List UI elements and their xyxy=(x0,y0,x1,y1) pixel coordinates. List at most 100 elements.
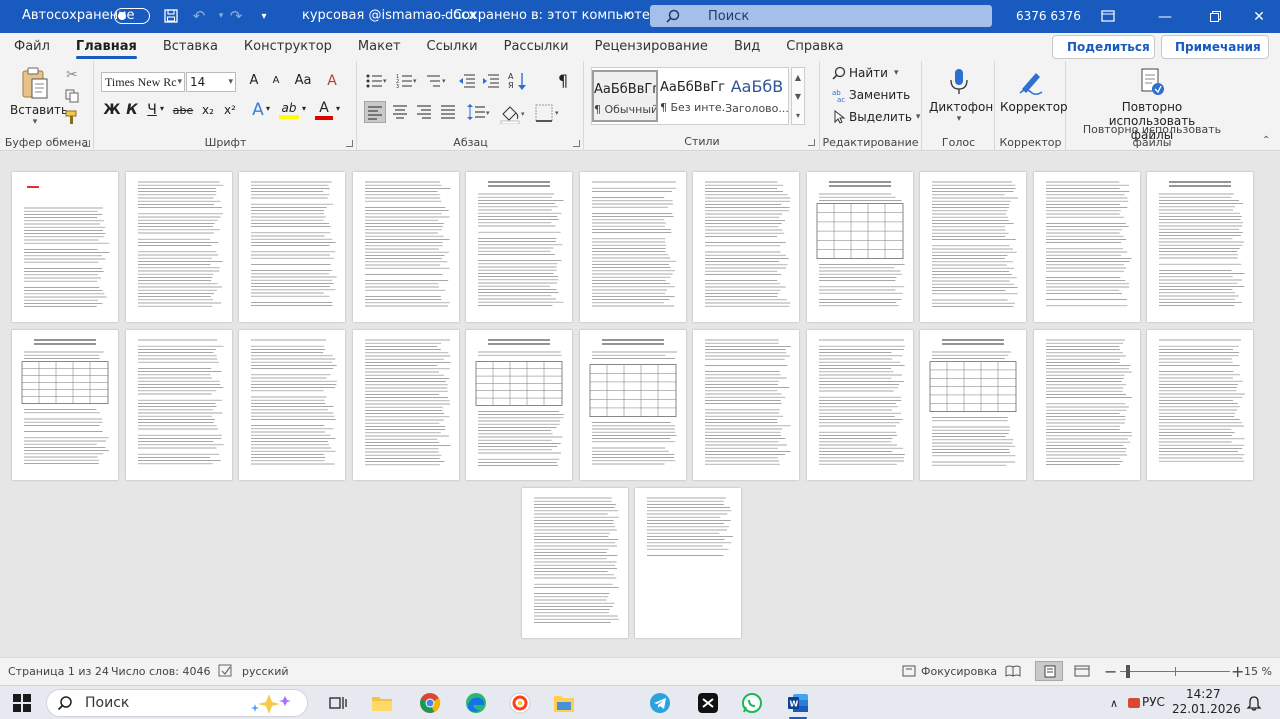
underline-dropdown-icon[interactable]: ▾ xyxy=(157,104,167,113)
task-view-icon[interactable] xyxy=(324,689,352,717)
font-size-combo[interactable]: 14 ▾ xyxy=(186,72,236,92)
styles-gallery-scroll[interactable]: ▲ ▼ ▾ xyxy=(791,67,805,125)
collapse-ribbon-icon[interactable]: ⌃ xyxy=(1262,135,1270,146)
print-layout-button[interactable] xyxy=(1035,661,1063,681)
paste-dropdown-icon[interactable]: ▾ xyxy=(10,117,60,127)
page-thumbnail[interactable] xyxy=(1147,330,1253,480)
copy-icon[interactable] xyxy=(65,89,79,106)
search-box[interactable]: Поиск xyxy=(650,5,992,27)
increase-indent-icon[interactable] xyxy=(482,73,500,89)
redo-icon[interactable]: ↷ xyxy=(222,2,250,30)
zoom-out-button[interactable]: − xyxy=(1104,662,1117,681)
sort-icon[interactable]: АЯ xyxy=(508,71,528,91)
chrome-icon[interactable] xyxy=(416,689,444,717)
highlight-button[interactable]: ab xyxy=(279,101,299,119)
bold-button[interactable]: Ж xyxy=(103,102,121,118)
telegram-icon[interactable] xyxy=(646,689,674,717)
file-explorer-icon[interactable] xyxy=(368,689,396,717)
tab-review[interactable]: Рецензирование xyxy=(582,33,721,61)
zoom-in-button[interactable]: + xyxy=(1231,662,1244,681)
clock-date[interactable]: 22.01.2026 xyxy=(1172,702,1241,716)
word-taskbar-icon[interactable]: W xyxy=(784,689,812,717)
edge-icon[interactable] xyxy=(462,689,490,717)
page-thumbnail[interactable] xyxy=(693,330,799,480)
zoom-level[interactable]: 15 % xyxy=(1244,665,1272,678)
page-thumbnail[interactable] xyxy=(1147,172,1253,322)
select-button[interactable]: Выделить ▾ xyxy=(832,110,920,124)
shading-icon[interactable]: ▾ xyxy=(498,102,528,124)
style-heading[interactable]: АаБбВ Заголово... xyxy=(724,70,790,122)
word-count[interactable]: Число слов: 4046 xyxy=(111,665,210,678)
page-count[interactable]: Страница 1 из 24 xyxy=(8,665,109,678)
notifications-icon[interactable] xyxy=(1240,689,1268,717)
page-thumbnail[interactable] xyxy=(920,330,1026,480)
clear-formatting-button[interactable]: A xyxy=(323,73,341,89)
align-right-icon[interactable] xyxy=(414,103,434,123)
page-thumbnail[interactable] xyxy=(635,488,741,638)
highlight-dropdown-icon[interactable]: ▾ xyxy=(299,104,309,113)
page-thumbnail[interactable] xyxy=(466,172,572,322)
tab-references[interactable]: Ссылки xyxy=(414,33,491,61)
tab-file[interactable]: Файл xyxy=(0,33,63,61)
font-color-dropdown-icon[interactable]: ▾ xyxy=(333,104,343,113)
align-left-button[interactable] xyxy=(364,101,386,123)
font-dialog-launcher[interactable] xyxy=(346,140,353,147)
clipboard-dialog-launcher[interactable] xyxy=(83,140,90,147)
page-thumbnail[interactable] xyxy=(353,172,459,322)
style-no-spacing[interactable]: АаБбВвГг, ¶ Без инте... xyxy=(660,70,726,122)
comments-button[interactable]: Примечания xyxy=(1161,35,1269,59)
page-thumbnail[interactable] xyxy=(522,488,628,638)
page-thumbnail[interactable] xyxy=(353,330,459,480)
share-button[interactable]: Поделиться xyxy=(1052,35,1155,59)
tab-mailings[interactable]: Рассылки xyxy=(491,33,582,61)
superscript-button[interactable]: x² xyxy=(221,103,239,117)
strikethrough-button[interactable]: abe xyxy=(171,104,195,117)
page-thumbnail[interactable] xyxy=(126,330,232,480)
autosave-toggle[interactable] xyxy=(114,8,150,24)
format-painter-icon[interactable] xyxy=(64,110,80,129)
tab-layout[interactable]: Макет xyxy=(345,33,414,61)
paste-button[interactable]: Вставить ▾ xyxy=(10,66,68,127)
tab-insert[interactable]: Вставка xyxy=(150,33,231,61)
font-name-combo[interactable]: Times New Rc ▾ xyxy=(101,72,185,92)
page-thumbnail[interactable] xyxy=(466,330,572,480)
font-color-button[interactable]: A xyxy=(315,100,333,120)
tab-help[interactable]: Справка xyxy=(773,33,856,61)
page-thumbnail[interactable] xyxy=(807,172,913,322)
subscript-button[interactable]: x₂ xyxy=(199,103,217,117)
find-button[interactable]: Найти ▾ xyxy=(832,66,899,80)
close-button[interactable]: ✕ xyxy=(1236,0,1280,33)
proofing-icon[interactable] xyxy=(218,664,234,678)
numbering-icon[interactable]: 123▾ xyxy=(396,73,418,89)
whatsapp-icon[interactable] xyxy=(738,689,766,717)
editor-button[interactable]: Корректор xyxy=(1000,67,1068,114)
text-effects-dropdown-icon[interactable]: ▾ xyxy=(263,104,273,113)
styles-dialog-launcher[interactable] xyxy=(808,139,815,146)
maximize-button[interactable] xyxy=(1192,0,1238,33)
windows-start-button[interactable] xyxy=(8,689,36,717)
page-thumbnail[interactable] xyxy=(126,172,232,322)
paragraph-dialog-launcher[interactable] xyxy=(573,140,580,147)
change-case-button[interactable]: Aa xyxy=(291,73,315,88)
customize-qat-icon[interactable]: ▾ xyxy=(250,2,278,30)
language[interactable]: русский xyxy=(242,665,289,678)
justify-icon[interactable] xyxy=(438,103,458,123)
page-thumbnail[interactable] xyxy=(693,172,799,322)
chevron-up-icon[interactable]: ▲ xyxy=(792,68,804,87)
tab-design[interactable]: Конструктор xyxy=(231,33,345,61)
style-normal[interactable]: АаБбВвГг, ¶ Обычный xyxy=(592,70,658,122)
page-thumbnail[interactable] xyxy=(239,172,345,322)
align-center-icon[interactable] xyxy=(390,103,410,123)
user-name[interactable]: 6376 6376 xyxy=(1016,9,1081,23)
cut-icon[interactable]: ✂ xyxy=(66,67,78,83)
dictate-button[interactable]: Диктофон ▾ xyxy=(929,67,993,124)
page-thumbnail[interactable] xyxy=(807,330,913,480)
web-layout-icon[interactable] xyxy=(1074,665,1090,677)
chevron-down-icon[interactable]: ▼ xyxy=(792,87,804,106)
more-styles-icon[interactable]: ▾ xyxy=(792,106,804,125)
focus-mode[interactable]: Фокусировка xyxy=(921,665,997,678)
decrease-indent-icon[interactable] xyxy=(458,73,476,89)
document-area[interactable] xyxy=(0,152,1280,657)
page-thumbnail[interactable] xyxy=(1034,172,1140,322)
yandex-browser-icon[interactable] xyxy=(506,689,534,717)
